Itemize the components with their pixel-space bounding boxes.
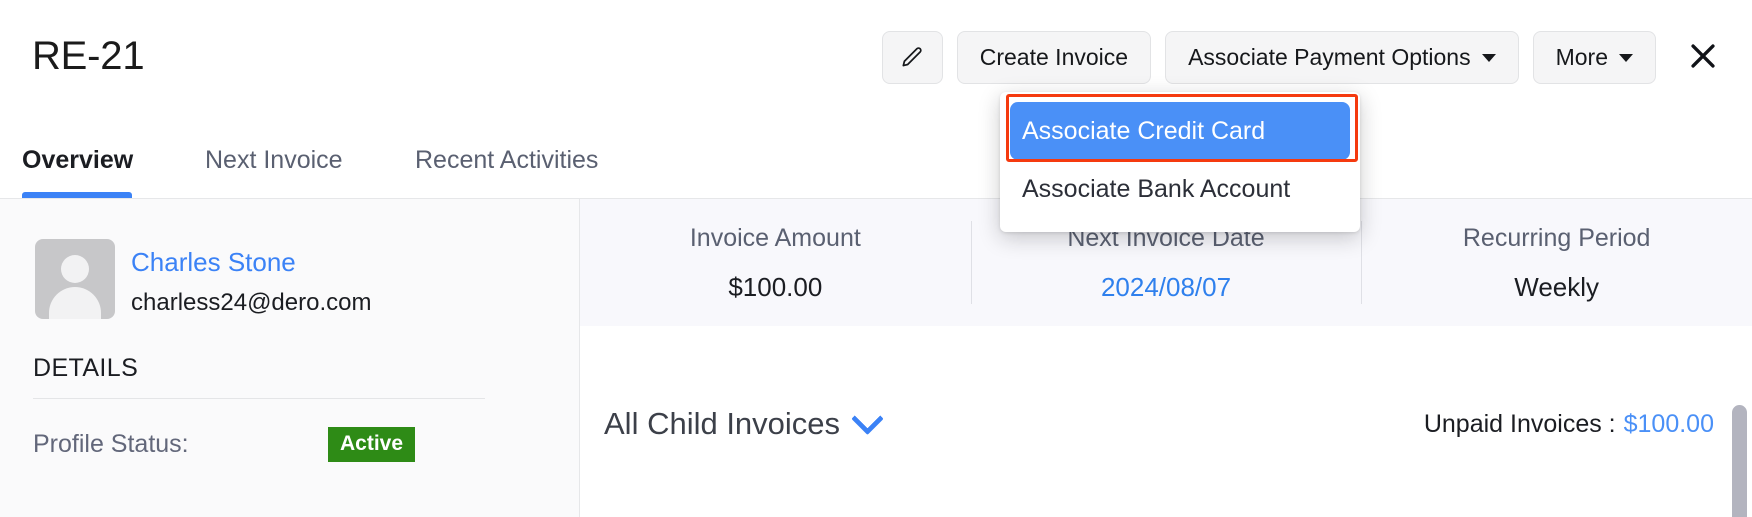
- caret-down-icon: [1481, 53, 1496, 62]
- profile-status-label: Profile Status:: [33, 430, 189, 458]
- create-invoice-button[interactable]: Create Invoice: [956, 31, 1152, 84]
- more-label: More: [1555, 44, 1608, 70]
- summary-value: Weekly: [1514, 271, 1600, 302]
- summary-cell-invoice-amount: Invoice Amount $100.00: [580, 199, 971, 326]
- details-sidebar: Charles Stone charless24@dero.com DETAIL…: [0, 199, 580, 517]
- close-icon: [1686, 39, 1720, 76]
- summary-value-link[interactable]: 2024/08/07: [1101, 270, 1231, 304]
- details-section-heading: DETAILS: [33, 354, 139, 382]
- child-invoices-filter[interactable]: All Child Invoices: [604, 402, 884, 442]
- unpaid-invoices-amount: $100.00: [1623, 409, 1714, 438]
- header-actions: Create Invoice Associate Payment Options…: [881, 31, 1726, 84]
- vertical-scrollbar-track[interactable]: [1728, 398, 1752, 517]
- caret-down-icon: [1619, 53, 1633, 62]
- contact-info: Charles Stone charless24@dero.com: [131, 239, 371, 321]
- tab-recent-activities[interactable]: Recent Activities: [415, 146, 598, 175]
- edit-button[interactable]: [881, 31, 943, 84]
- more-button[interactable]: More: [1532, 31, 1656, 84]
- avatar-body: [49, 287, 101, 319]
- contact-email: charless24@dero.com: [131, 289, 372, 316]
- unpaid-invoices-label: Unpaid Invoices :: [1423, 409, 1616, 438]
- avatar-head: [61, 255, 89, 283]
- associate-payment-options-menu: Associate Credit Card Associate Bank Acc…: [1000, 92, 1360, 232]
- close-button[interactable]: [1680, 35, 1726, 81]
- unpaid-invoices-summary: Unpaid Invoices : $100.00: [1424, 410, 1714, 439]
- chevron-down-icon: [851, 402, 884, 435]
- menu-item-associate-bank-account[interactable]: Associate Bank Account: [1000, 160, 1360, 218]
- menu-item-associate-credit-card[interactable]: Associate Credit Card: [1010, 102, 1350, 160]
- user-avatar-icon: [35, 239, 115, 319]
- summary-label: Invoice Amount: [689, 223, 861, 252]
- associate-payment-options-label: Associate Payment Options: [1188, 44, 1471, 70]
- active-tab-indicator: [22, 192, 132, 198]
- page-header: RE-21 Create Invoice Associate Payment O…: [0, 0, 1752, 116]
- field-row-profile-status: Profile Status: Active: [33, 427, 503, 462]
- record-detail-page: RE-21 Create Invoice Associate Payment O…: [0, 0, 1752, 517]
- details-divider: [33, 398, 485, 399]
- summary-label: Recurring Period: [1462, 223, 1651, 252]
- create-invoice-label: Create Invoice: [979, 44, 1129, 70]
- overview-panel: Invoice Amount $100.00 Next Invoice Date…: [580, 199, 1752, 517]
- summary-cell-recurring-period: Recurring Period Weekly: [1361, 199, 1752, 326]
- associate-payment-options-button[interactable]: Associate Payment Options: [1165, 31, 1519, 84]
- tab-next-invoice[interactable]: Next Invoice: [205, 146, 343, 175]
- tab-bar: Overview Next Invoice Recent Activities: [0, 116, 1752, 199]
- vertical-scrollbar-thumb[interactable]: [1732, 405, 1747, 517]
- contact-name-link[interactable]: Charles Stone: [131, 245, 371, 279]
- contact-summary: Charles Stone charless24@dero.com: [35, 239, 371, 321]
- tab-overview[interactable]: Overview: [22, 146, 133, 175]
- status-badge: Active: [328, 427, 416, 462]
- summary-value: $100.00: [728, 271, 823, 302]
- page-title: RE-21: [32, 34, 145, 78]
- invoices-section-header: All Child Invoices Unpaid Invoices : $100…: [580, 384, 1752, 464]
- pencil-icon: [899, 45, 925, 71]
- page-content: Charles Stone charless24@dero.com DETAIL…: [0, 199, 1752, 517]
- child-invoices-filter-label: All Child Invoices: [604, 406, 841, 441]
